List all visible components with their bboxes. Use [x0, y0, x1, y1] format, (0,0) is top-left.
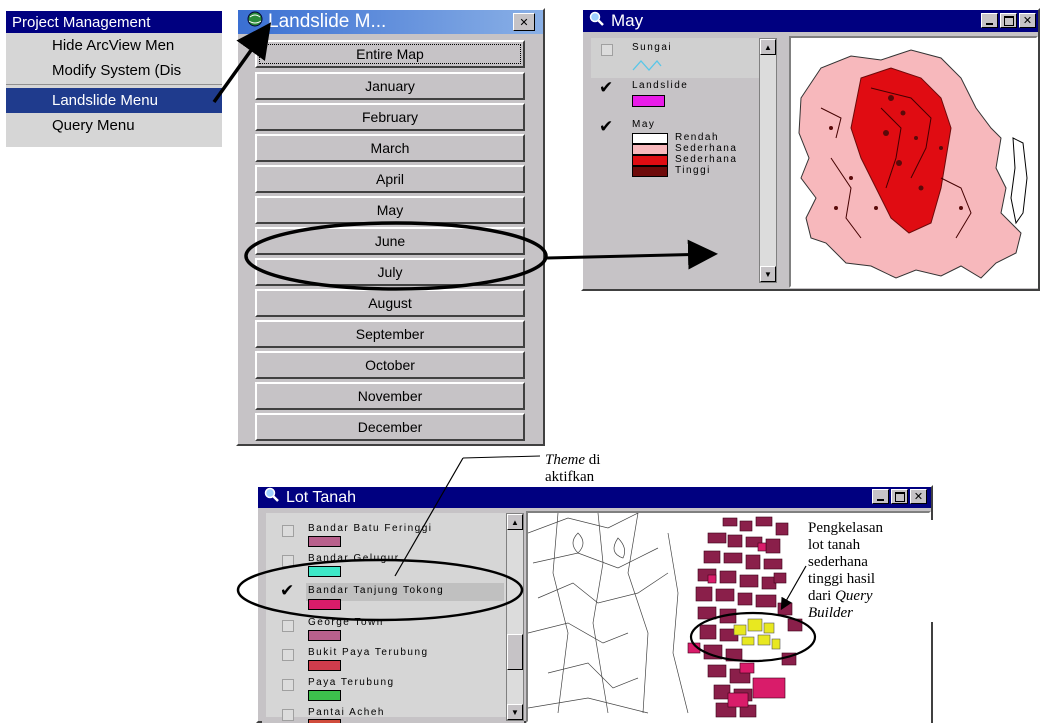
june-july-ellipse [244, 221, 548, 291]
pk-line-5a: dari [808, 588, 836, 604]
pk-line-3: sederhana [808, 554, 868, 570]
arrow-to-may-window [546, 239, 718, 270]
tanjung-tokong-ellipse [236, 558, 524, 622]
pk-line-6: Builder [808, 605, 853, 621]
pk-line-4: tinggi hasil [808, 571, 876, 587]
theme-aktifkan-text: aktifkan [545, 469, 595, 485]
theme-italic-text: Theme [545, 452, 585, 468]
pk-line-2: lot tanah [808, 537, 861, 553]
theme-annotation: Theme di aktifkan [545, 452, 600, 486]
theme-pointer-line [394, 457, 464, 577]
theme-di-text: di [585, 452, 601, 468]
query-builder-annotation: Pengkelasan lot tanah sederhana tinggi h… [808, 520, 938, 622]
arrow-to-landslide-window [212, 22, 272, 104]
query-pointer-line [780, 565, 807, 611]
pk-line-1: Pengkelasan [808, 520, 883, 536]
pk-line-5b: Query [835, 588, 873, 604]
